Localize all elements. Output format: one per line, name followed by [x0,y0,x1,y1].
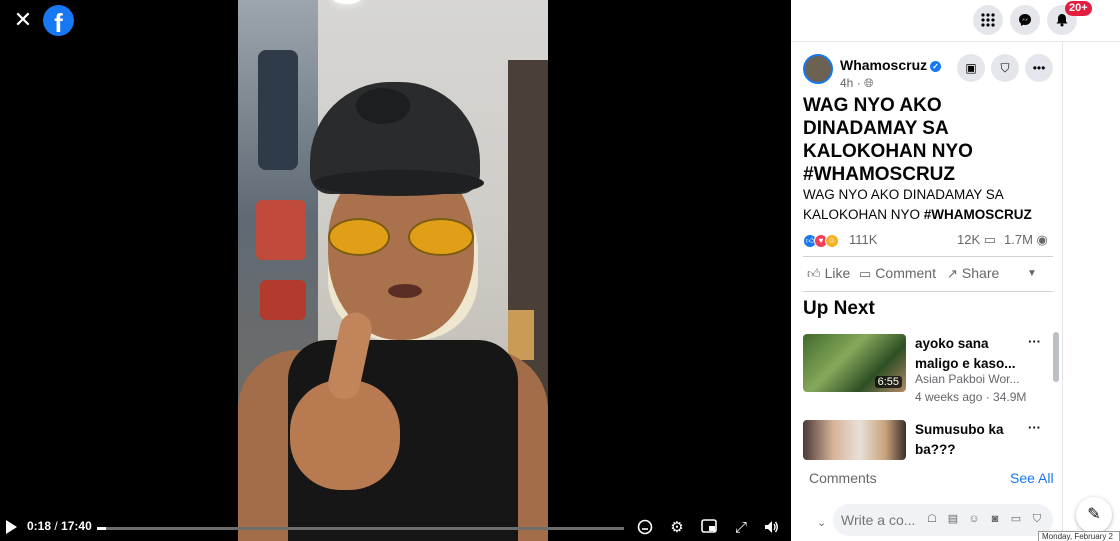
share-icon: ↗ [947,266,958,281]
up-next-channel[interactable]: Asian Pakboi Wor... [915,372,1025,386]
bookmark-icon[interactable]: ⛉ [991,54,1019,82]
comment-label: Comment [875,265,936,281]
comments-count-stat[interactable]: 12K ▭ [957,232,996,248]
author-name[interactable]: Whamoscruz ✓ [840,57,942,73]
like-button[interactable]: 👍︎ Like [807,265,850,282]
fullscreen-icon[interactable]: ⤢ [732,519,750,537]
sunglasses-lens-right [408,218,474,256]
facebook-logo-icon[interactable]: f [43,5,74,36]
current-time: 0:18 [27,519,52,533]
verified-badge-icon: ✓ [930,61,942,72]
more-options-icon[interactable]: ··· [1028,420,1041,435]
see-all-link[interactable]: See All [1010,470,1054,486]
like-label: Like [824,265,851,281]
mouth [388,284,422,298]
scrollbar-thumb[interactable] [1053,332,1059,382]
views-count: 1.7M [1004,232,1033,247]
hashtag-link[interactable]: #WHAMOSCRUZ [924,207,1032,222]
more-options-icon[interactable]: ··· [1028,334,1041,349]
right-edge-area [1064,42,1120,541]
video-thumbnail[interactable] [803,420,906,460]
emoji-icon[interactable]: ☺ [967,512,981,526]
reactions-row: 👍︎ ♥ ☺ 111K 12K ▭ 1.7M ◉ [803,232,1053,250]
post-actions: 👍︎ Like ▭ Comment ↗ Share ▼ [803,256,1053,292]
up-next-heading: Up Next [803,298,875,319]
views-count-stat: 1.7M ◉ [1004,232,1048,248]
video-thumbnail[interactable]: 6:55 [803,334,906,392]
captions-icon[interactable] [636,519,654,537]
haha-reaction-icon: ☺ [825,234,839,248]
post-time[interactable]: 4h [840,76,853,90]
camera-icon[interactable]: ◙ [988,512,1002,526]
comment-box[interactable]: ☖ ▤ ☺ ◙ ▭ ⛉ [833,504,1053,536]
save-video-icon[interactable]: ▣ [957,54,985,82]
chevron-down-icon[interactable]: ⌄ [817,516,826,529]
menu-grid-icon[interactable] [973,5,1003,35]
time-display: 0:18 / 17:40 [27,519,92,533]
page-root: ✕ f 0:18 / 17:40 ⚙ ⤢ 20+ Whamoscruz ✓ 4h… [0,0,1120,541]
new-message-icon[interactable]: ✎ [1076,497,1112,533]
video-player[interactable]: ✕ f 0:18 / 17:40 ⚙ ⤢ [0,0,791,541]
comment-input[interactable] [841,512,921,528]
person [238,0,548,541]
volume-icon[interactable] [762,519,780,537]
post-details: Whamoscruz ✓ 4h · 🌐︎ ▣ ⛉ ••• WAG NYO AKO … [791,42,1063,541]
video-duration: 6:55 [874,376,902,388]
up-next-title[interactable]: ayoko sana maligo e kaso... [915,334,1025,374]
comment-icon: ▭ [859,266,872,281]
more-options-icon[interactable]: ••• [1025,54,1053,82]
gif-icon[interactable]: ▭ [1009,512,1023,526]
scrollbar[interactable] [1053,324,1059,474]
date-tooltip: Monday, February 2 [1038,531,1120,541]
post-meta: 4h · 🌐︎ [840,76,874,90]
author-label[interactable]: Whamoscruz [840,57,927,73]
up-next-item[interactable]: 6:55 ayoko sana maligo e kaso... Asian P… [803,334,1043,410]
post-headline: WAG NYO AKO DINADAMAY SA KALOKOHAN NYO #… [803,95,973,185]
share-dropdown-chevron-icon[interactable]: ▼ [1027,268,1037,279]
eye-icon: ◉ [1036,232,1048,247]
top-bar: 20+ [791,0,1120,42]
up-next-title[interactable]: Sumusubo ka ba??? [915,420,1025,460]
comment-bubble-icon: ▭ [983,232,997,247]
cap-brim [314,170,484,196]
comment-button[interactable]: ▭ Comment [859,265,936,282]
messenger-icon[interactable] [1010,5,1040,35]
settings-gear-icon[interactable]: ⚙ [668,519,686,537]
video-frame [238,0,548,541]
post-description: WAG NYO AKO DINADAMAY SA KALOKOHAN NYO #… [803,185,1053,225]
share-button[interactable]: ↗ Share [947,265,999,282]
sunglasses-lens-left [328,218,390,256]
comments-section: Comments See All ⌄ ☖ ▤ ☺ ◙ ▭ ⛉ [791,460,1062,541]
avatar-sticker-icon[interactable]: ☖ [925,512,939,526]
globe-icon: 🌐︎ [864,76,874,90]
chat-icon[interactable]: ▤ [946,512,960,526]
comments-heading: Comments [809,470,877,486]
reactions-count[interactable]: 111K [849,232,877,247]
play-icon[interactable] [6,520,17,534]
cap-logo [356,88,410,124]
progress-bar[interactable] [97,527,624,530]
progress-fill [97,527,106,530]
time-separator: / [51,519,62,533]
reaction-icons[interactable]: 👍︎ ♥ ☺ [803,234,847,248]
comments-count: 12K [957,232,981,247]
thumbs-up-icon: 👍︎ [807,266,821,281]
sticker-icon[interactable]: ⛉ [1030,512,1044,526]
avatar[interactable] [803,54,833,84]
picture-in-picture-icon[interactable] [700,519,718,537]
notifications-badge: 20+ [1065,1,1092,16]
duration: 17:40 [61,519,92,533]
video-controls: 0:18 / 17:40 ⚙ ⤢ [0,515,791,541]
share-label: Share [961,265,1000,281]
up-next-meta: 4 weeks ago · 34.9M [915,390,1027,404]
close-icon[interactable]: ✕ [12,9,34,31]
